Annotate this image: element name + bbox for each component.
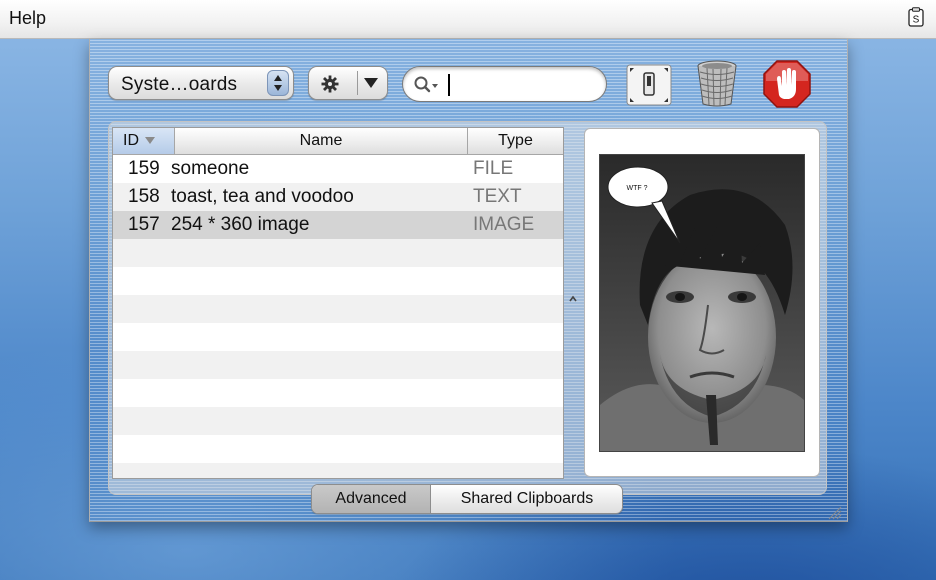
clipboard-image-preview: WTF ?: [599, 154, 805, 452]
cell-id: 157: [128, 214, 160, 235]
clipboard-selector-value: Syste…oards: [121, 74, 238, 95]
toggle-switch-icon: [626, 64, 672, 106]
empty-row: [113, 351, 563, 379]
search-icon: [414, 76, 438, 93]
table-header: ID Name Type: [113, 128, 563, 155]
empty-row: [113, 435, 563, 463]
table-body: 159 someone FILE 158 toast, tea and vood…: [113, 155, 563, 478]
table-row-selected[interactable]: 157 254 * 360 image IMAGE: [113, 211, 563, 239]
cell-type: FILE: [473, 158, 514, 179]
search-input[interactable]: [448, 72, 592, 98]
table-row[interactable]: 158 toast, tea and voodoo TEXT: [113, 183, 563, 211]
sort-descending-icon: [145, 137, 155, 145]
clipboard-selector-popup[interactable]: Syste…oards: [108, 66, 294, 100]
empty-row: [113, 379, 563, 407]
trash-button[interactable]: [695, 58, 739, 108]
text-cursor: [448, 74, 450, 96]
resize-grip-icon[interactable]: [826, 504, 842, 520]
clipboard-s-icon[interactable]: S: [908, 7, 924, 27]
action-menu-divider: [357, 71, 358, 95]
menu-bar: Help S: [0, 0, 936, 39]
tab-shared-clipboards-label: Shared Clipboards: [460, 490, 594, 507]
empty-row: [113, 295, 563, 323]
column-header-type[interactable]: Type: [468, 128, 563, 154]
empty-row: [113, 267, 563, 295]
search-field[interactable]: [402, 66, 607, 102]
column-header-name-label: Name: [299, 132, 343, 149]
action-menu-button[interactable]: [308, 66, 388, 100]
cell-name: 254 * 360 image: [171, 214, 310, 235]
empty-row: [113, 323, 563, 351]
chevron-up-icon: [569, 295, 577, 302]
svg-text:S: S: [913, 15, 920, 26]
empty-row: [113, 463, 563, 478]
gear-icon: [321, 75, 339, 93]
cell-type: TEXT: [473, 186, 522, 207]
menu-help[interactable]: Help: [9, 8, 46, 29]
updown-arrows-icon: [267, 70, 289, 96]
column-header-id[interactable]: ID: [113, 128, 175, 154]
clipboard-history-table: ID Name Type 159 someone FILE 158 toast,…: [112, 127, 564, 479]
column-header-type-label: Type: [498, 132, 533, 149]
cell-name: toast, tea and voodoo: [171, 186, 354, 207]
cell-type: IMAGE: [473, 214, 535, 235]
column-header-name[interactable]: Name: [175, 128, 468, 154]
cell-id: 158: [128, 186, 160, 207]
cell-id: 159: [128, 158, 160, 179]
empty-row: [113, 239, 563, 267]
chevron-down-icon: [364, 78, 378, 88]
view-mode-segmented-control: Advanced Shared Clipboards: [311, 484, 623, 514]
portrait-photo-image: WTF ?: [600, 155, 804, 451]
trash-icon: [697, 60, 737, 107]
tab-shared-clipboards[interactable]: Shared Clipboards: [431, 485, 622, 513]
column-header-id-label: ID: [123, 132, 139, 149]
table-row[interactable]: 159 someone FILE: [113, 155, 563, 183]
toggle-switch-button[interactable]: [626, 64, 672, 106]
stop-hand-icon: [763, 60, 811, 108]
stop-button[interactable]: [762, 59, 812, 109]
empty-row: [113, 407, 563, 435]
split-view-divider[interactable]: [564, 127, 582, 479]
cell-name: someone: [171, 158, 250, 179]
tab-advanced[interactable]: Advanced: [312, 485, 431, 513]
tab-advanced-label: Advanced: [335, 490, 407, 507]
speech-bubble-text: WTF ?: [627, 185, 648, 192]
